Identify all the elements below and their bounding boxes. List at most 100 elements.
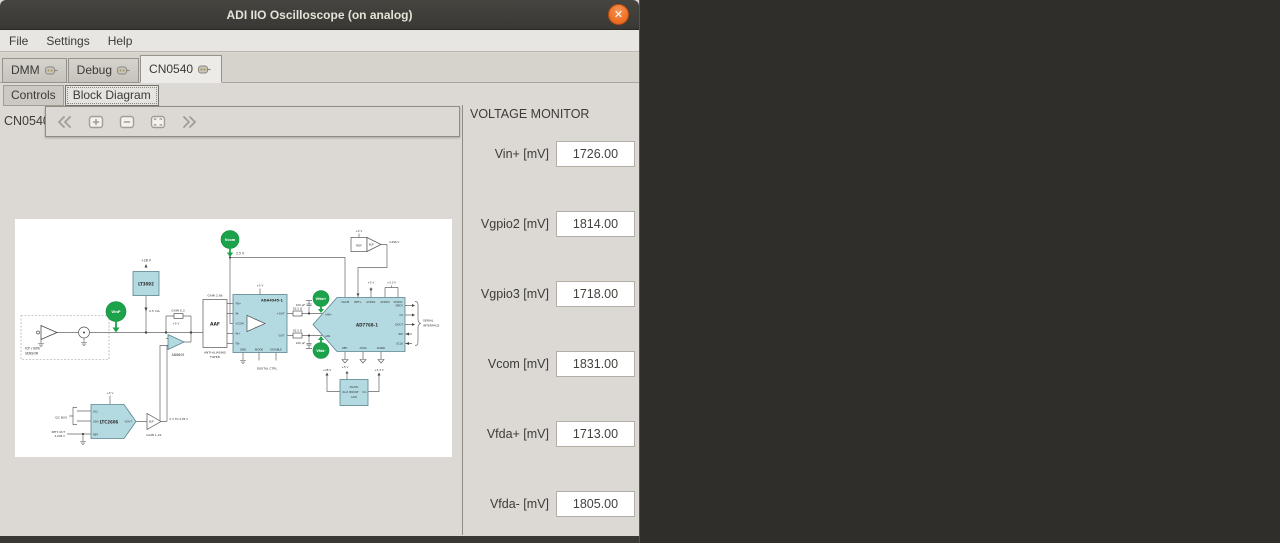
rail-28v: +28 V	[141, 259, 152, 263]
svg-text:LTC2606: LTC2606	[100, 420, 119, 425]
gain03-label: GAIN 0.3	[171, 309, 184, 313]
sensor-label: ICP / IEPE	[25, 347, 40, 351]
subtab-block-diagram[interactable]: Block Diagram	[64, 84, 159, 106]
tab-cn0540[interactable]: CN0540	[140, 55, 223, 83]
tab-dmm[interactable]: DMM	[2, 58, 67, 83]
block-diagram-canvas: ICP / IEPE SENSOR VinP Vcom 2.5 V Vfda+ …	[15, 219, 452, 457]
close-icon[interactable]: ✕	[608, 4, 629, 25]
svg-text:VOUT: VOUT	[124, 420, 132, 424]
svg-text:IN-: IN-	[236, 312, 240, 316]
svg-text:ADA4945-1: ADA4945-1	[261, 299, 284, 303]
gain266-label: GAIN 2.66	[207, 294, 222, 298]
svg-text:DGND: DGND	[377, 346, 385, 350]
ltc2606-block: LTC2606 SCL SDA REF VOUT I2C BUS REF1 OU…	[52, 391, 188, 439]
subtabrow: Controls Block Diagram	[0, 83, 639, 107]
svg-text:+3.3 V: +3.3 V	[387, 281, 396, 285]
svg-text:AVSS: AVSS	[360, 346, 367, 350]
i2c-bus-label: I2C BUS	[55, 416, 67, 420]
vcom-voltage: 2.5 V	[236, 252, 245, 256]
svg-text:4.096 V: 4.096 V	[389, 240, 400, 244]
current-label: 2.5 mA	[149, 309, 161, 313]
vm-value-field[interactable]: 1814.00	[556, 211, 635, 237]
svg-text:+5 V: +5 V	[368, 281, 375, 285]
window-bottom-border	[0, 536, 639, 543]
tab-debug[interactable]: Debug	[67, 58, 140, 83]
svg-text:FB-: FB-	[236, 342, 240, 346]
svg-text:AVDD2: AVDD2	[380, 300, 390, 304]
svg-text:SENSOR: SENSOR	[25, 352, 39, 356]
svg-text:GND: GND	[240, 348, 246, 352]
svg-text:+5 V: +5 V	[356, 229, 363, 233]
svg-text:AAF: AAF	[210, 322, 220, 328]
menu-file[interactable]: File	[0, 34, 37, 48]
vm-row: Vin+ [mV] 1726.00	[470, 141, 635, 167]
svg-text:+5 V: +5 V	[173, 322, 180, 326]
vm-label: Vgpio3 [mV]	[480, 287, 549, 301]
svg-text:AIN+: AIN+	[325, 313, 332, 317]
vm-label: Vcom [mV]	[487, 357, 549, 371]
subtab-controls[interactable]: Controls	[3, 84, 64, 106]
svg-text:SCLK: SCLK	[396, 342, 403, 346]
svg-text:SDA: SDA	[93, 420, 99, 424]
plug-icon	[198, 65, 211, 73]
vm-value-field[interactable]: 1726.00	[556, 141, 635, 167]
svg-text:FB+: FB+	[236, 302, 242, 306]
svg-text:82.5 Ω: 82.5 Ω	[293, 307, 302, 311]
ad7768-block: AD7768-1 AIN+ AIN- VOCM REF+ AVDD1 AVDD2…	[312, 281, 439, 352]
zoom-out-icon[interactable]	[116, 111, 138, 133]
svg-text:AD7768-1: AD7768-1	[356, 323, 378, 328]
svg-text:BUF: BUF	[369, 244, 374, 247]
svg-text:LT3092: LT3092	[138, 282, 154, 287]
svg-text:4.096 V: 4.096 V	[55, 434, 66, 438]
vm-row: Vgpio3 [mV] 1718.00	[470, 281, 635, 307]
svg-text:DRDY: DRDY	[395, 304, 403, 308]
vm-value-field[interactable]: 1713.00	[556, 421, 635, 447]
menu-help[interactable]: Help	[99, 34, 142, 48]
forward-icon[interactable]	[178, 111, 200, 133]
vm-label: Vfda- [mV]	[489, 497, 549, 511]
svg-text:Vin: Vin	[362, 390, 367, 394]
panel-separator	[462, 105, 463, 535]
vm-label: Vin+ [mV]	[494, 147, 549, 161]
ref-buffer-block: REF BUF +5 V 4.096 V	[350, 229, 400, 253]
serial-interface-label: SERIAL	[423, 319, 434, 323]
menu-settings[interactable]: Settings	[37, 34, 98, 48]
svg-text:+5 V: +5 V	[257, 284, 264, 288]
window-block-diagram: ADI IIO Oscilloscope (on analog) ✕ File …	[0, 0, 639, 543]
svg-text:DISABLE: DISABLE	[270, 348, 282, 352]
screen: ADI IIO Oscilloscope (on analog) ✕ File …	[0, 0, 1280, 543]
svg-text:ANTI-ALIASING: ANTI-ALIASING	[204, 351, 227, 355]
vm-value-field[interactable]: 1805.00	[556, 491, 635, 517]
svg-text:Vout: Vout	[342, 390, 348, 394]
svg-text:LDO: LDO	[351, 395, 357, 399]
svg-text:+28 V: +28 V	[323, 368, 332, 372]
svg-text:BUF: BUF	[149, 421, 154, 424]
back-icon[interactable]	[54, 111, 76, 133]
device-label: CN0540	[4, 114, 50, 128]
icp-iepe-sensor-block: ICP / IEPE SENSOR	[20, 315, 110, 360]
svg-text:IN+: IN+	[236, 332, 241, 336]
vm-row: Vgpio2 [mV] 1814.00	[470, 211, 635, 237]
svg-text:REF: REF	[93, 433, 99, 437]
svg-text:Vcom: Vcom	[225, 238, 236, 242]
svg-text:AD8605: AD8605	[172, 353, 185, 357]
block-diagram-image: ICP / IEPE SENSOR VinP Vcom 2.5 V Vfda+ …	[20, 229, 439, 446]
zoom-in-icon[interactable]	[85, 111, 107, 133]
svg-text:REF: REF	[356, 243, 362, 247]
voltage-monitor-title: VOLTAGE MONITOR	[470, 107, 590, 121]
diagram-toolbar	[45, 106, 460, 137]
svg-text:VOCM: VOCM	[341, 300, 350, 304]
svg-text:+5 V: +5 V	[107, 391, 114, 395]
ada4945-block: ADA4945-1 FB+ IN- VCOM IN+ FB- +OUT -OUT…	[232, 284, 288, 371]
svg-text:VCOM: VCOM	[236, 322, 245, 326]
svg-text:+5 V: +5 V	[342, 365, 349, 369]
dcdc-boost-block: DC/DC BOOST LDO Vout Vin +28 V +5 V +3.3…	[323, 365, 384, 406]
vm-value-field[interactable]: 1831.00	[556, 351, 635, 377]
svg-text:VinP: VinP	[111, 310, 121, 314]
svg-text:SCL: SCL	[93, 410, 99, 414]
zoom-fit-icon[interactable]	[147, 111, 169, 133]
titlebar[interactable]: ADI IIO Oscilloscope (on analog) ✕	[0, 0, 639, 30]
vm-value-field[interactable]: 1718.00	[556, 281, 635, 307]
svg-text:REF-: REF-	[342, 346, 348, 350]
probe-vinp: VinP	[105, 301, 127, 333]
